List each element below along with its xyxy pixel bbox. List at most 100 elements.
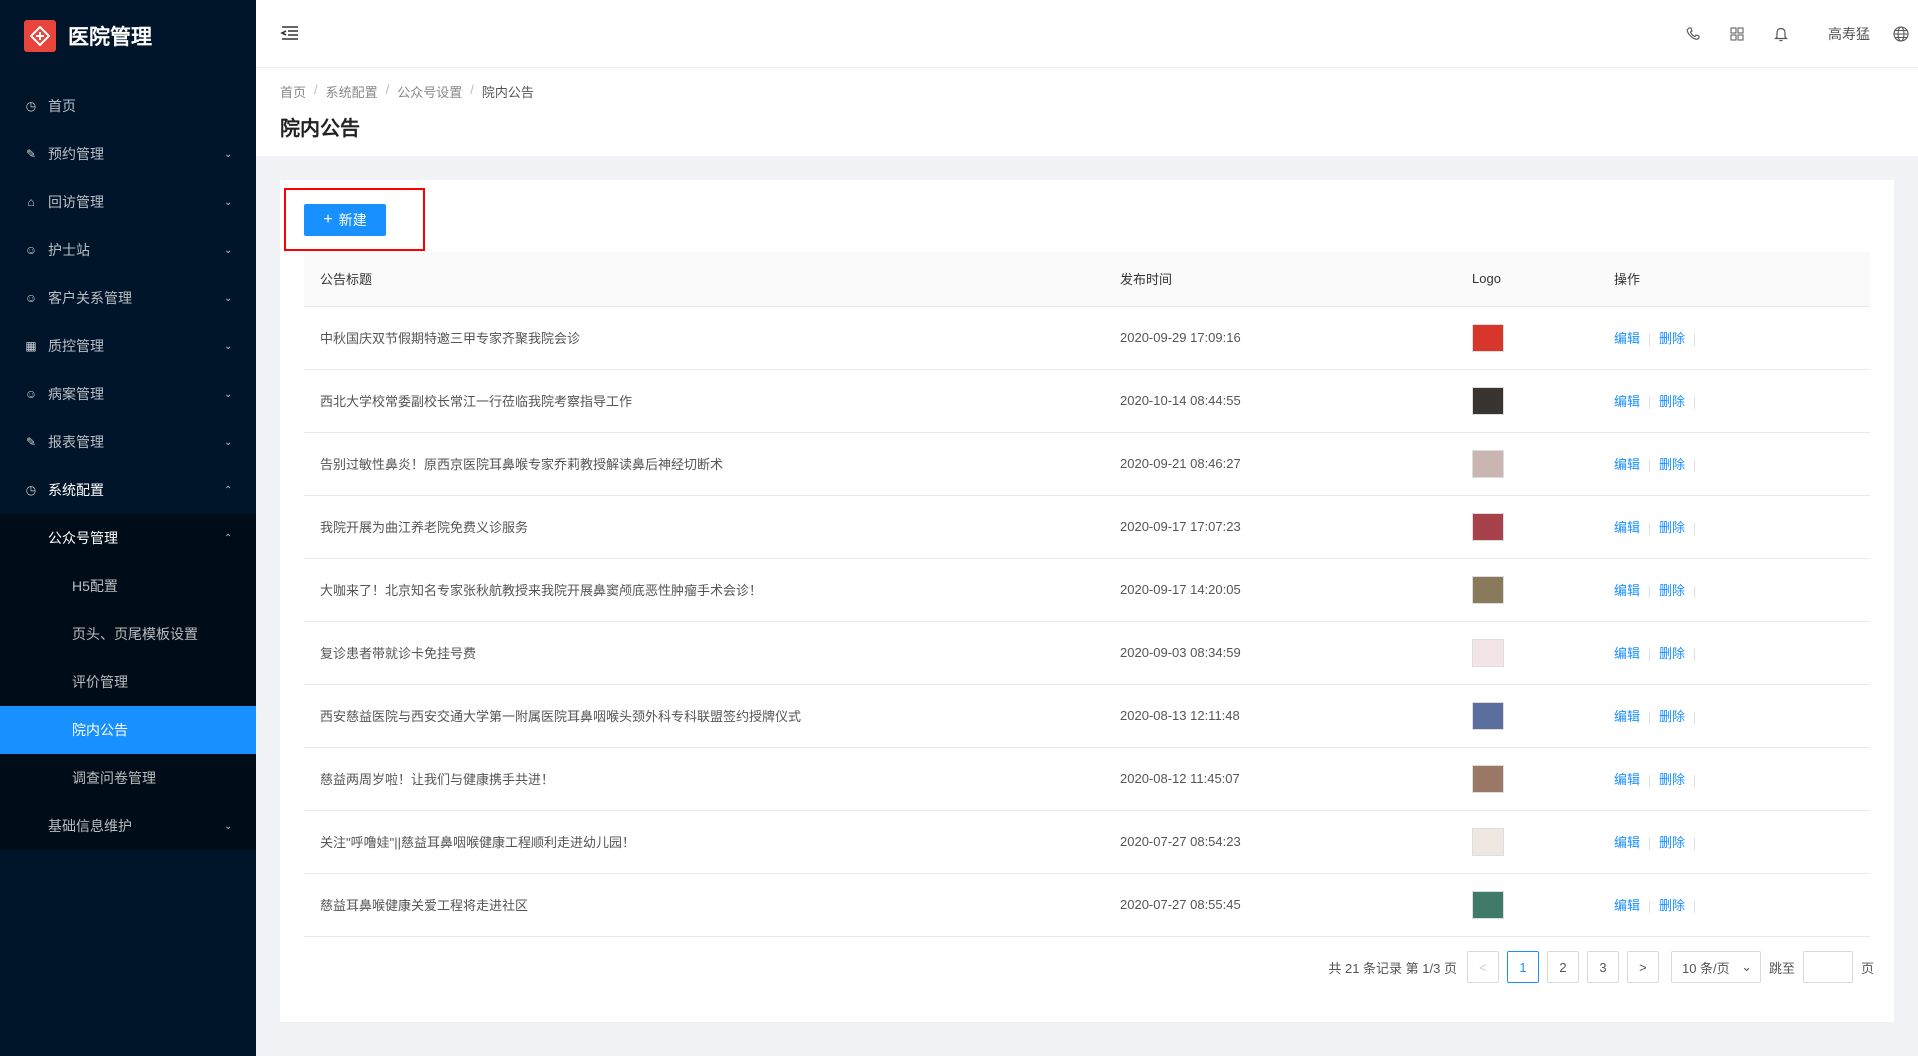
sidebar-item-header-footer-template[interactable]: 页头、页尾模板设置 [0, 610, 256, 658]
sidebar-item-label: 页头、页尾模板设置 [72, 626, 198, 642]
dashboard-icon: ◷ [25, 483, 37, 497]
delete-link[interactable]: 删除 [1659, 646, 1685, 661]
row-logo-cell [1456, 747, 1598, 811]
hospital-logo-icon [24, 20, 56, 52]
divider [1694, 333, 1696, 346]
next-page-button[interactable]: > [1626, 951, 1659, 983]
edit-link[interactable]: 编辑 [1614, 394, 1640, 409]
sidebar-item-home[interactable]: ◷ 首页 [0, 82, 256, 130]
breadcrumb-item-official-account[interactable]: 公众号设置 [397, 82, 462, 101]
edit-link[interactable]: 编辑 [1614, 835, 1640, 850]
delete-link[interactable]: 删除 [1659, 457, 1685, 472]
chevron-down-icon: ⌄ [224, 148, 233, 160]
column-header-title: 公告标题 [304, 252, 1104, 307]
logo-thumbnail[interactable] [1472, 386, 1504, 415]
sidebar-item-medical-records[interactable]: ☺ 病案管理 ⌄ [0, 370, 256, 418]
row-title: 中秋国庆双节假期特邀三甲专家齐聚我院会诊 [304, 306, 1104, 370]
sidebar-item-quality-control[interactable]: ▦ 质控管理 ⌄ [0, 322, 256, 370]
delete-link[interactable]: 删除 [1659, 520, 1685, 535]
logo-thumbnail[interactable] [1472, 638, 1504, 667]
delete-link[interactable]: 删除 [1659, 835, 1685, 850]
sidebar-item-basic-info[interactable]: 基础信息维护 ⌄ [0, 802, 256, 850]
logo-thumbnail[interactable] [1472, 827, 1504, 856]
edit-link[interactable]: 编辑 [1614, 772, 1640, 787]
bell-icon[interactable] [1772, 25, 1790, 43]
sidebar-item-surveys[interactable]: 调查问卷管理 [0, 754, 256, 802]
divider [1649, 333, 1651, 346]
breadcrumb-item-home[interactable]: 首页 [280, 82, 306, 101]
sidebar: 医院管理 ◷ 首页 ✎ 预约管理 ⌄ ⌂ 回访管理 ⌄ ☺ 护士站 ⌄ ☺ 客户… [0, 0, 256, 1056]
breadcrumb-separator: / [470, 82, 474, 97]
logo-thumbnail[interactable] [1472, 764, 1504, 793]
breadcrumb-item-system-config[interactable]: 系统配置 [326, 82, 378, 101]
edit-link[interactable]: 编辑 [1614, 898, 1640, 913]
sidebar-item-label: 回访管理 [48, 194, 104, 210]
apps-grid-icon[interactable] [1728, 25, 1746, 43]
sidebar-item-nurse-station[interactable]: ☺ 护士站 ⌄ [0, 226, 256, 274]
page-button-2[interactable]: 2 [1546, 951, 1579, 983]
row-actions: 编辑 删除 [1598, 558, 1870, 622]
logo-thumbnail[interactable] [1472, 701, 1504, 730]
divider [1649, 648, 1651, 661]
row-actions: 编辑 删除 [1598, 432, 1870, 496]
divider [1649, 522, 1651, 535]
delete-link[interactable]: 删除 [1659, 331, 1685, 346]
edit-link[interactable]: 编辑 [1614, 646, 1640, 661]
edit-link[interactable]: 编辑 [1614, 709, 1640, 724]
divider [1649, 711, 1651, 724]
page-size-select[interactable]: 10 条/页 ⌄ [1670, 951, 1761, 983]
delete-link[interactable]: 删除 [1659, 772, 1685, 787]
page-button-1[interactable]: 1 [1506, 951, 1539, 983]
chevron-up-icon: ⌃ [224, 484, 233, 496]
delete-link[interactable]: 删除 [1659, 394, 1685, 409]
delete-link[interactable]: 删除 [1659, 583, 1685, 598]
divider [1694, 396, 1696, 409]
sidebar-item-announcements[interactable]: 院内公告 [0, 706, 256, 754]
row-logo-cell [1456, 432, 1598, 496]
prev-page-button[interactable]: < [1466, 951, 1499, 983]
sidebar-item-followup[interactable]: ⌂ 回访管理 ⌄ [0, 178, 256, 226]
page-button-3[interactable]: 3 [1586, 951, 1619, 983]
edit-link[interactable]: 编辑 [1614, 457, 1640, 472]
jump-label: 跳至 [1768, 960, 1795, 976]
plus-icon: + [323, 211, 333, 228]
edit-link[interactable]: 编辑 [1614, 583, 1640, 598]
logo-thumbnail[interactable] [1472, 512, 1504, 541]
sidebar-item-reviews[interactable]: 评价管理 [0, 658, 256, 706]
logo-thumbnail[interactable] [1472, 449, 1504, 478]
sidebar-item-appointments[interactable]: ✎ 预约管理 ⌄ [0, 130, 256, 178]
sidebar-item-reports[interactable]: ✎ 报表管理 ⌄ [0, 418, 256, 466]
sidebar-item-label: 预约管理 [48, 146, 104, 162]
user-icon: ☺ [24, 291, 38, 305]
table-row: 大咖来了！北京知名专家张秋航教授来我院开展鼻窦颅底恶性肿瘤手术会诊！ 2020-0… [304, 558, 1870, 622]
menu-fold-icon[interactable] [280, 23, 302, 45]
sidebar-item-label: 首页 [48, 98, 76, 114]
sidebar-item-official-account[interactable]: 公众号管理 ⌃ [0, 514, 256, 562]
jump-page-input[interactable] [1802, 951, 1853, 983]
sidebar-item-system-config[interactable]: ◷ 系统配置 ⌃ [0, 466, 256, 514]
sidebar-item-crm[interactable]: ☺ 客户关系管理 ⌄ [0, 274, 256, 322]
chevron-down-icon: ⌄ [224, 436, 233, 448]
username[interactable]: 高寿猛 [1828, 24, 1870, 44]
row-logo-cell [1456, 810, 1598, 874]
sidebar-item-h5-config[interactable]: H5配置 [0, 562, 256, 610]
row-publish-time: 2020-08-12 11:45:07 [1104, 747, 1456, 811]
sidebar-item-label: 调查问卷管理 [72, 770, 156, 786]
logo-thumbnail[interactable] [1472, 323, 1504, 352]
chevron-down-icon: ⌄ [224, 196, 233, 208]
row-logo-cell [1456, 684, 1598, 748]
new-button[interactable]: + 新建 [304, 204, 386, 236]
logo-thumbnail[interactable] [1472, 890, 1504, 919]
sidebar-item-label: 院内公告 [72, 722, 128, 738]
delete-link[interactable]: 删除 [1659, 898, 1685, 913]
logo-thumbnail[interactable] [1472, 575, 1504, 604]
phone-icon[interactable] [1684, 25, 1702, 43]
app-logo-row[interactable]: 医院管理 [0, 0, 256, 72]
edit-link[interactable]: 编辑 [1614, 520, 1640, 535]
edit-link[interactable]: 编辑 [1614, 331, 1640, 346]
chevron-down-icon: ⌄ [224, 244, 233, 256]
delete-link[interactable]: 删除 [1659, 709, 1685, 724]
row-title: 关注"呼噜娃"||慈益耳鼻咽喉健康工程顺利走进幼儿园！ [304, 810, 1104, 874]
user-icon: ☺ [24, 243, 38, 257]
globe-icon[interactable] [1892, 25, 1910, 43]
